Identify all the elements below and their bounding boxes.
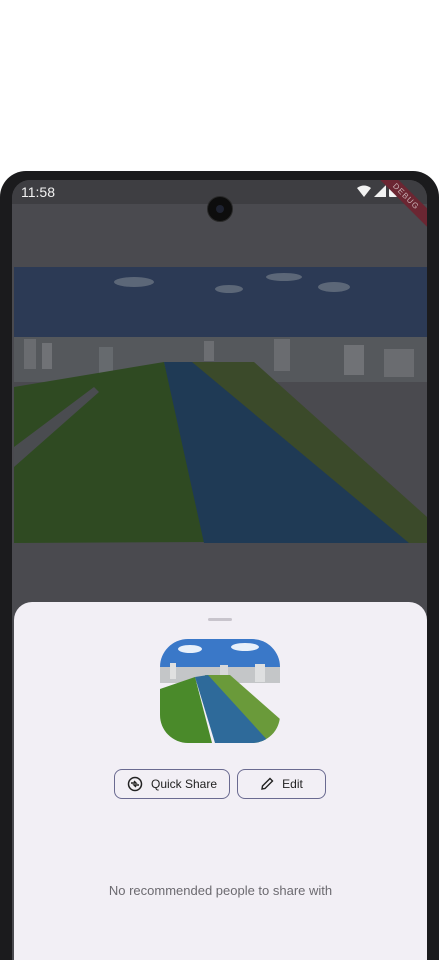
signal-icon: [374, 184, 386, 197]
edit-label: Edit: [282, 777, 303, 791]
device-frame: 11:58 DEBUG Quick Share Edit No recommen…: [0, 171, 439, 960]
screen: 11:58 DEBUG Quick Share Edit No recommen…: [12, 180, 427, 960]
edit-button[interactable]: Edit: [237, 769, 326, 799]
quick-share-icon: [127, 776, 143, 792]
front-camera: [207, 196, 233, 222]
empty-recommendations-message: No recommended people to share with: [108, 883, 333, 898]
quick-share-button[interactable]: Quick Share: [114, 769, 230, 799]
status-time: 11:58: [21, 184, 55, 200]
share-sheet: Quick Share Edit No recommended people t…: [14, 602, 427, 960]
drag-handle[interactable]: [208, 618, 232, 621]
image-thumbnail: [160, 639, 280, 743]
background-photo: [14, 267, 427, 543]
pencil-icon: [261, 777, 274, 790]
quick-share-label: Quick Share: [150, 777, 218, 791]
wifi-icon: [357, 185, 371, 197]
